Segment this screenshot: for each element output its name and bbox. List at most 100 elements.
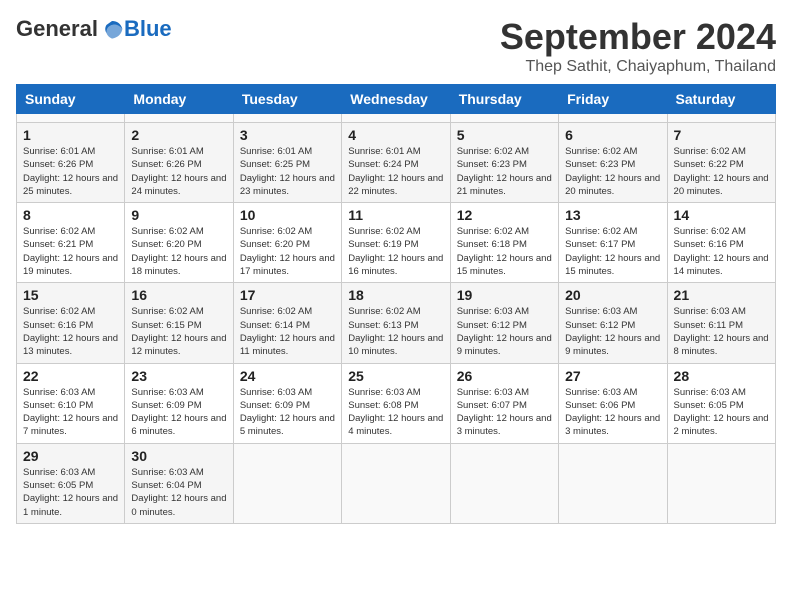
day-info: Sunrise: 6:02 AMSunset: 6:17 PMDaylight:…	[565, 225, 660, 278]
day-info: Sunrise: 6:01 AMSunset: 6:26 PMDaylight:…	[23, 145, 118, 198]
day-number: 2	[131, 127, 226, 143]
calendar-week-row	[17, 114, 776, 123]
calendar-day-cell: 11Sunrise: 6:02 AMSunset: 6:19 PMDayligh…	[342, 203, 450, 283]
day-info: Sunrise: 6:01 AMSunset: 6:24 PMDaylight:…	[348, 145, 443, 198]
calendar-day-cell: 1 Sunrise: 6:01 AMSunset: 6:26 PMDaylight…	[17, 123, 125, 203]
calendar-day-cell	[233, 443, 341, 523]
calendar-day-cell: 12 Sunrise: 6:02 AMSunset: 6:18 PMDayligh…	[450, 203, 558, 283]
calendar-body: 1 Sunrise: 6:01 AMSunset: 6:26 PMDaylight…	[17, 114, 776, 524]
day-info: Sunrise: 6:01 AMSunset: 6:26 PMDaylight:…	[131, 145, 226, 198]
day-info: Sunrise: 6:03 AMSunset: 6:08 PMDaylight:…	[348, 386, 443, 439]
calendar-day-cell: 30Sunrise: 6:03 AMSunset: 6:04 PMDayligh…	[125, 443, 233, 523]
calendar-day-cell: 25 Sunrise: 6:03 AMSunset: 6:08 PMDayligh…	[342, 363, 450, 443]
calendar-day-cell: 8Sunrise: 6:02 AMSunset: 6:21 PMDaylight…	[17, 203, 125, 283]
day-info: Sunrise: 6:02 AMSunset: 6:23 PMDaylight:…	[565, 145, 660, 198]
calendar-day-cell: 6 Sunrise: 6:02 AMSunset: 6:23 PMDaylight…	[559, 123, 667, 203]
calendar-day-cell: 24 Sunrise: 6:03 AMSunset: 6:09 PMDayligh…	[233, 363, 341, 443]
day-info: Sunrise: 6:03 AMSunset: 6:05 PMDaylight:…	[674, 386, 769, 439]
day-number: 12	[457, 207, 552, 223]
day-info: Sunrise: 6:03 AMSunset: 6:07 PMDaylight:…	[457, 386, 552, 439]
day-info: Sunrise: 6:02 AMSunset: 6:22 PMDaylight:…	[674, 145, 769, 198]
calendar-day-cell: 15Sunrise: 6:02 AMSunset: 6:16 PMDayligh…	[17, 283, 125, 363]
calendar-day-cell	[342, 114, 450, 123]
calendar-week-row: 8Sunrise: 6:02 AMSunset: 6:21 PMDaylight…	[17, 203, 776, 283]
day-info: Sunrise: 6:03 AMSunset: 6:12 PMDaylight:…	[457, 305, 552, 358]
day-info: Sunrise: 6:02 AMSunset: 6:16 PMDaylight:…	[674, 225, 769, 278]
page-header: General Blue September 2024 Thep Sathit,…	[16, 16, 776, 76]
day-number: 7	[674, 127, 769, 143]
day-number: 1	[23, 127, 118, 143]
calendar-day-cell: 20 Sunrise: 6:03 AMSunset: 6:12 PMDayligh…	[559, 283, 667, 363]
calendar-day-cell	[342, 443, 450, 523]
calendar-day-cell: 29Sunrise: 6:03 AMSunset: 6:05 PMDayligh…	[17, 443, 125, 523]
calendar-day-cell: 2 Sunrise: 6:01 AMSunset: 6:26 PMDaylight…	[125, 123, 233, 203]
calendar-day-cell	[667, 443, 775, 523]
logo-blue-text: Blue	[124, 16, 172, 42]
day-number: 4	[348, 127, 443, 143]
day-info: Sunrise: 6:02 AMSunset: 6:19 PMDaylight:…	[348, 225, 443, 278]
day-info: Sunrise: 6:03 AMSunset: 6:09 PMDaylight:…	[131, 386, 226, 439]
day-number: 17	[240, 287, 335, 303]
day-info: Sunrise: 6:03 AMSunset: 6:04 PMDaylight:…	[131, 466, 226, 519]
day-info: Sunrise: 6:02 AMSunset: 6:21 PMDaylight:…	[23, 225, 118, 278]
location-title: Thep Sathit, Chaiyaphum, Thailand	[500, 58, 776, 76]
day-info: Sunrise: 6:03 AMSunset: 6:05 PMDaylight:…	[23, 466, 118, 519]
logo-general-text: General	[16, 16, 98, 42]
day-info: Sunrise: 6:02 AMSunset: 6:18 PMDaylight:…	[457, 225, 552, 278]
day-info: Sunrise: 6:01 AMSunset: 6:25 PMDaylight:…	[240, 145, 335, 198]
day-number: 16	[131, 287, 226, 303]
day-number: 20	[565, 287, 660, 303]
logo-icon	[100, 17, 124, 41]
calendar-day-cell	[450, 443, 558, 523]
day-number: 6	[565, 127, 660, 143]
day-number: 25	[348, 368, 443, 384]
day-number: 28	[674, 368, 769, 384]
calendar-day-cell: 16 Sunrise: 6:02 AMSunset: 6:15 PMDayligh…	[125, 283, 233, 363]
calendar-day-cell: 26Sunrise: 6:03 AMSunset: 6:07 PMDayligh…	[450, 363, 558, 443]
calendar-day-cell: 21Sunrise: 6:03 AMSunset: 6:11 PMDayligh…	[667, 283, 775, 363]
day-info: Sunrise: 6:02 AMSunset: 6:13 PMDaylight:…	[348, 305, 443, 358]
calendar-day-cell	[667, 114, 775, 123]
day-number: 21	[674, 287, 769, 303]
calendar-day-cell: 18Sunrise: 6:02 AMSunset: 6:13 PMDayligh…	[342, 283, 450, 363]
calendar-header-row: SundayMondayTuesdayWednesdayThursdayFrid…	[17, 85, 776, 114]
day-number: 23	[131, 368, 226, 384]
calendar-day-cell: 28 Sunrise: 6:03 AMSunset: 6:05 PMDayligh…	[667, 363, 775, 443]
day-info: Sunrise: 6:03 AMSunset: 6:09 PMDaylight:…	[240, 386, 335, 439]
title-block: September 2024 Thep Sathit, Chaiyaphum, …	[500, 16, 776, 76]
day-number: 13	[565, 207, 660, 223]
day-info: Sunrise: 6:02 AMSunset: 6:20 PMDaylight:…	[131, 225, 226, 278]
calendar-week-row: 22 Sunrise: 6:03 AMSunset: 6:10 PMDayligh…	[17, 363, 776, 443]
calendar-day-header: Wednesday	[342, 85, 450, 114]
calendar-day-header: Thursday	[450, 85, 558, 114]
day-number: 3	[240, 127, 335, 143]
day-number: 27	[565, 368, 660, 384]
day-number: 9	[131, 207, 226, 223]
day-number: 22	[23, 368, 118, 384]
calendar-week-row: 15Sunrise: 6:02 AMSunset: 6:16 PMDayligh…	[17, 283, 776, 363]
calendar-day-cell	[233, 114, 341, 123]
calendar-day-cell	[559, 114, 667, 123]
calendar-day-cell: 5 Sunrise: 6:02 AMSunset: 6:23 PMDaylight…	[450, 123, 558, 203]
day-info: Sunrise: 6:02 AMSunset: 6:20 PMDaylight:…	[240, 225, 335, 278]
calendar-day-cell: 23 Sunrise: 6:03 AMSunset: 6:09 PMDayligh…	[125, 363, 233, 443]
calendar-day-cell: 4 Sunrise: 6:01 AMSunset: 6:24 PMDaylight…	[342, 123, 450, 203]
day-info: Sunrise: 6:02 AMSunset: 6:23 PMDaylight:…	[457, 145, 552, 198]
day-info: Sunrise: 6:03 AMSunset: 6:10 PMDaylight:…	[23, 386, 118, 439]
calendar-day-cell	[450, 114, 558, 123]
day-info: Sunrise: 6:02 AMSunset: 6:15 PMDaylight:…	[131, 305, 226, 358]
calendar-day-cell	[125, 114, 233, 123]
day-info: Sunrise: 6:02 AMSunset: 6:16 PMDaylight:…	[23, 305, 118, 358]
day-info: Sunrise: 6:03 AMSunset: 6:12 PMDaylight:…	[565, 305, 660, 358]
calendar-day-header: Monday	[125, 85, 233, 114]
day-number: 5	[457, 127, 552, 143]
calendar-day-cell: 27Sunrise: 6:03 AMSunset: 6:06 PMDayligh…	[559, 363, 667, 443]
calendar-day-cell: 19Sunrise: 6:03 AMSunset: 6:12 PMDayligh…	[450, 283, 558, 363]
calendar-week-row: 1 Sunrise: 6:01 AMSunset: 6:26 PMDaylight…	[17, 123, 776, 203]
day-number: 10	[240, 207, 335, 223]
day-number: 24	[240, 368, 335, 384]
calendar-day-cell: 13 Sunrise: 6:02 AMSunset: 6:17 PMDayligh…	[559, 203, 667, 283]
logo: General Blue	[16, 16, 172, 42]
calendar-table: SundayMondayTuesdayWednesdayThursdayFrid…	[16, 84, 776, 524]
day-number: 14	[674, 207, 769, 223]
